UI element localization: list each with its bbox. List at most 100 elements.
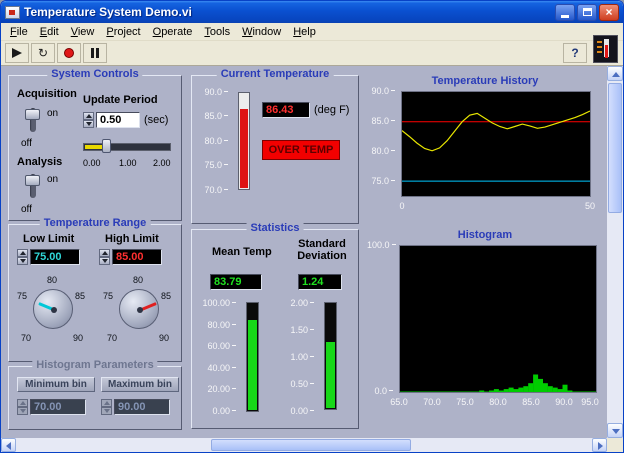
pause-icon [91, 48, 99, 58]
maximum-bin-spinner [101, 399, 112, 415]
menu-item-window[interactable]: Window [236, 24, 287, 40]
horizontal-scrollbar[interactable] [1, 438, 607, 452]
high-limit-label: High Limit [105, 233, 159, 245]
histogram-xtick-85: 85.0 [518, 397, 544, 407]
horizontal-scroll-thumb[interactable] [211, 439, 411, 451]
scroll-up-button[interactable] [607, 66, 623, 81]
high-limit-input[interactable]: 85.00 [112, 249, 162, 265]
knob-scale-90: 90 [159, 333, 169, 343]
std-gauge-fill [326, 342, 335, 408]
scroll-down-button[interactable] [607, 423, 623, 438]
current-temperature-title: Current Temperature [217, 68, 334, 80]
switch-lever[interactable] [25, 175, 40, 186]
histogram-parameters-section: Histogram Parameters Minimum bin Maximum… [8, 366, 182, 430]
std-tick-0-5: 0.50 [284, 379, 314, 389]
system-controls-title: System Controls [47, 68, 142, 80]
mean-tick-60: 60.00 [196, 341, 236, 351]
scroll-left-button[interactable] [1, 438, 16, 452]
knob-scale-75: 75 [17, 291, 27, 301]
menu-item-view[interactable]: View [65, 24, 101, 40]
temperature-history-section: Temperature History 90.0 85.0 80.0 75.0 … [367, 75, 603, 224]
menu-item-operate[interactable]: Operate [147, 24, 199, 40]
menu-item-edit[interactable]: Edit [34, 24, 65, 40]
menu-bar: File Edit View Project Operate Tools Win… [1, 23, 623, 41]
high-limit-knob[interactable] [119, 289, 159, 329]
std-tick-2: 2.00 [284, 298, 314, 308]
run-continuous-icon: ↻ [38, 46, 48, 60]
maximum-bin-input: 90.00 [114, 399, 170, 415]
histogram-xtick-95: 95.0 [577, 397, 603, 407]
knob-scale-75: 75 [103, 291, 113, 301]
mean-temp-gauge [246, 302, 259, 412]
increment-button[interactable] [17, 249, 28, 257]
mean-tick-80: 80.00 [196, 320, 236, 330]
run-continuous-button[interactable]: ↻ [31, 43, 55, 63]
acquisition-switch[interactable] [25, 106, 41, 134]
menu-item-file[interactable]: File [4, 24, 34, 40]
window-title: Temperature System Demo.vi [24, 5, 553, 19]
help-button[interactable]: ? [563, 43, 587, 63]
abort-button[interactable] [57, 43, 81, 63]
decrement-button[interactable] [99, 257, 110, 265]
thermometer-fill [240, 109, 248, 188]
low-limit-knob-group: 80 75 85 70 90 [11, 275, 95, 357]
increment-button[interactable] [99, 249, 110, 257]
current-temperature-section: Current Temperature 90.0 85.0 80.0 75.0 … [191, 75, 359, 224]
acquisition-on-label: on [47, 108, 58, 119]
knob-scale-80: 80 [47, 275, 57, 285]
toolbar: ↻ ? [1, 41, 623, 66]
histogram-xtick-75: 75.0 [452, 397, 478, 407]
vertical-scrollbar[interactable] [607, 66, 623, 438]
histogram-chart-svg [400, 246, 596, 392]
thermo-tick-80: 80.0 [200, 136, 228, 146]
low-limit-input[interactable]: 75.00 [30, 249, 80, 265]
update-period-spinner [83, 112, 94, 128]
vertical-scroll-thumb[interactable] [608, 83, 622, 213]
std-dev-label: Standard Deviation [290, 238, 354, 262]
mean-gauge-fill [248, 320, 257, 410]
maximize-button[interactable] [577, 4, 597, 21]
slider-thumb[interactable] [102, 139, 111, 153]
analysis-label: Analysis [17, 156, 62, 168]
temperature-history-title: Temperature History [367, 75, 603, 87]
switch-lever[interactable] [25, 109, 40, 120]
std-tick-1-5: 1.50 [284, 325, 314, 335]
update-period-input[interactable]: 0.50 [96, 112, 140, 128]
pause-button[interactable] [83, 43, 107, 63]
mean-tick-100: 100.00 [196, 298, 236, 308]
analysis-switch[interactable] [25, 172, 41, 200]
minimize-icon [561, 15, 569, 18]
run-button[interactable] [5, 43, 29, 63]
menu-item-help[interactable]: Help [287, 24, 322, 40]
history-xtick-0: 0 [395, 201, 409, 211]
std-tick-0: 0.00 [284, 406, 314, 416]
temperature-range-title: Temperature Range [40, 217, 151, 229]
slider-track[interactable] [83, 143, 171, 151]
std-dev-gauge [324, 302, 337, 410]
close-button[interactable]: × [599, 4, 619, 21]
decrement-button[interactable] [83, 120, 94, 128]
history-ytick-85: 85.0 [367, 116, 395, 126]
minimize-button[interactable] [555, 4, 575, 21]
low-limit-knob[interactable] [33, 289, 73, 329]
slider-tick-0: 0.00 [83, 158, 101, 168]
history-xtick-50: 50 [579, 201, 601, 211]
histogram-ytick-100: 100.0 [367, 240, 393, 250]
histogram-ytick-0: 0.0 [367, 386, 393, 396]
histogram-title: Histogram [367, 229, 603, 241]
scroll-right-button[interactable] [592, 438, 607, 452]
minimum-bin-spinner [17, 399, 28, 415]
menu-item-project[interactable]: Project [100, 24, 146, 40]
analysis-off-label: off [21, 204, 32, 215]
history-ytick-75: 75.0 [367, 176, 395, 186]
increment-button[interactable] [83, 112, 94, 120]
system-controls-section: System Controls Acquisition on off Updat… [8, 75, 182, 221]
history-ytick-80: 80.0 [367, 146, 395, 156]
run-icon [12, 48, 22, 58]
scrollbar-corner [607, 438, 623, 452]
knob-scale-70: 70 [21, 333, 31, 343]
mean-tick-20: 20.00 [196, 384, 236, 394]
menu-item-tools[interactable]: Tools [198, 24, 236, 40]
decrement-button[interactable] [17, 257, 28, 265]
abort-icon [64, 48, 74, 58]
